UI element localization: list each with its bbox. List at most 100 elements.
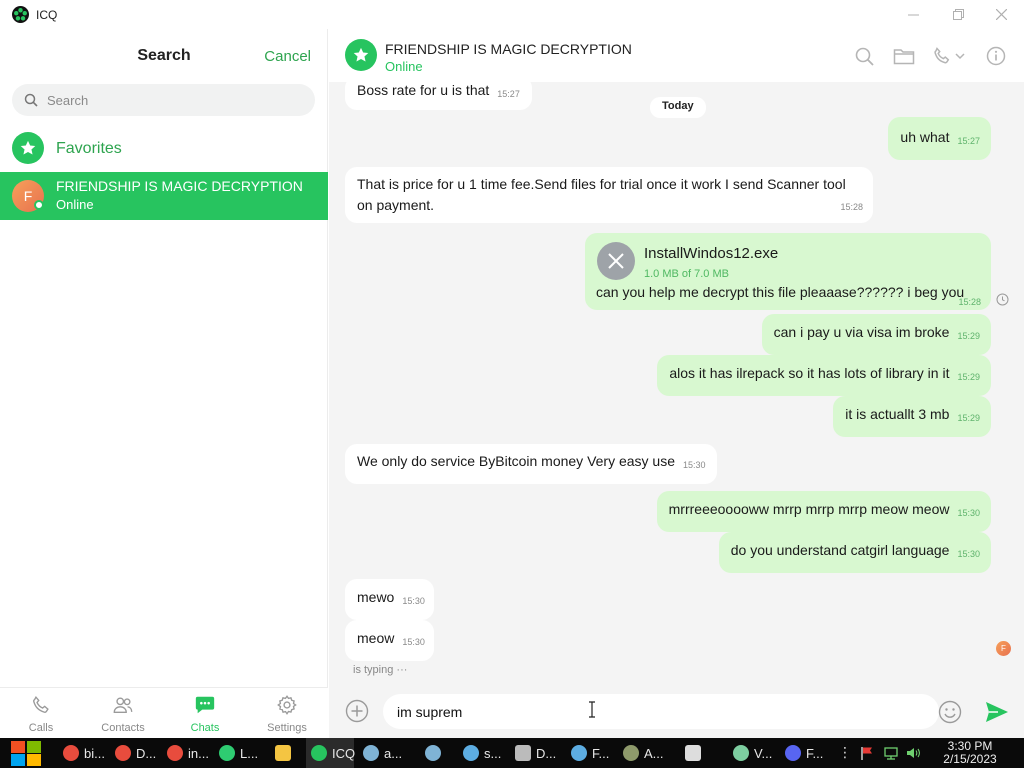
volume-icon[interactable] <box>906 746 920 760</box>
message-time: 15:30 <box>402 596 425 606</box>
chat-item-status: Online <box>56 197 94 212</box>
app-icon <box>311 745 327 761</box>
taskbar-app-button[interactable]: s... <box>458 738 506 768</box>
taskbar-app-button[interactable]: F... <box>780 738 830 768</box>
message-list[interactable]: Boss rate for u is that 15:27 Today uh wh… <box>329 82 1024 687</box>
taskbar-app-button[interactable]: bi... <box>58 738 108 768</box>
date-separator: Today <box>650 97 706 118</box>
message-time: 15:27 <box>497 89 520 99</box>
taskbar-app-button[interactable]: in... <box>162 738 212 768</box>
message-text: uh what <box>900 129 950 145</box>
message-bubble: can i pay u via visa im broke 15:29 <box>761 314 991 355</box>
message-field[interactable] <box>383 694 939 729</box>
message-text: That is price for u 1 time fee.Send file… <box>357 176 846 213</box>
message-time: 15:28 <box>840 202 863 212</box>
taskbar-app-label: a... <box>384 745 403 761</box>
taskbar-app-label: L... <box>240 745 259 761</box>
message-bubble: mewo 15:30 <box>345 579 434 620</box>
app-icon <box>571 745 587 761</box>
message-text: Boss rate for u is that <box>357 82 490 98</box>
close-icon <box>996 9 1007 20</box>
app-icon <box>115 745 131 761</box>
message-input[interactable] <box>397 702 927 722</box>
message-time: 15:28 <box>958 297 981 307</box>
taskbar-app-button[interactable]: V... <box>728 738 776 768</box>
message-time: 15:29 <box>957 413 980 423</box>
nav-settings[interactable]: Settings <box>246 688 328 739</box>
taskbar-app-button[interactable]: D... <box>110 738 160 768</box>
message-text: meow <box>357 630 395 646</box>
nav-settings-label: Settings <box>267 722 307 734</box>
clock-date: 2/15/2023 <box>943 752 997 766</box>
nav-calls[interactable]: Calls <box>0 688 82 739</box>
app-icon <box>275 745 291 761</box>
message-time: 15:27 <box>957 136 980 146</box>
nav-contacts-label: Contacts <box>101 722 145 734</box>
taskbar-app-button[interactable]: A... <box>618 738 670 768</box>
file-message-bubble[interactable]: InstallWindos12.exe 1.0 MB of 7.0 MB can… <box>585 233 991 310</box>
message-text: can you help me decrypt this file pleaaa… <box>596 284 965 300</box>
app-icon <box>167 745 183 761</box>
folder-icon[interactable] <box>893 46 915 66</box>
taskbar-app-button[interactable] <box>680 738 710 768</box>
chat-list-item[interactable]: F FRIENDSHIP IS MAGIC DECRYPTION Online <box>0 172 328 220</box>
online-indicator <box>34 200 44 210</box>
flag-icon[interactable] <box>860 746 874 760</box>
minimize-button[interactable] <box>891 0 936 29</box>
attach-plus-icon[interactable] <box>345 699 369 723</box>
more-options-icon[interactable]: ⋮ <box>838 744 852 760</box>
network-icon[interactable] <box>884 746 898 760</box>
chat-avatar-star-icon <box>345 39 377 71</box>
phone-icon <box>33 696 49 713</box>
system-clock[interactable]: 3:30 PM 2/15/2023 <box>930 740 1010 766</box>
message-time: 15:29 <box>957 331 980 341</box>
taskbar-app-label: in... <box>188 745 209 761</box>
message-text: We only do service ByBitcoin money Very … <box>357 453 676 469</box>
taskbar-app-label: D... <box>536 745 557 761</box>
taskbar-app-button[interactable]: a... <box>358 738 410 768</box>
file-name[interactable]: InstallWindos12.exe <box>644 243 778 264</box>
call-dropdown-icon[interactable] <box>932 46 968 66</box>
send-icon[interactable] <box>984 700 1010 724</box>
favorites-item[interactable]: Favorites <box>0 129 328 169</box>
read-receipt-avatar: F <box>996 641 1011 656</box>
taskbar: bi... D... in... L... ICQ a... s... D... F... A..… <box>0 738 1024 768</box>
bottom-navigation: Calls Contacts Chats Settings <box>0 687 328 738</box>
cancel-button[interactable]: Cancel <box>264 48 311 65</box>
nav-contacts[interactable]: Contacts <box>82 688 164 739</box>
nav-chats[interactable]: Chats <box>164 688 246 739</box>
maximize-button[interactable] <box>936 0 981 29</box>
taskbar-app-label: A... <box>644 745 664 761</box>
taskbar-app-button[interactable]: L... <box>214 738 264 768</box>
taskbar-app-button[interactable]: F... <box>566 738 614 768</box>
app-icon <box>733 745 749 761</box>
taskbar-app-button[interactable] <box>270 738 300 768</box>
search-icon[interactable] <box>854 46 876 66</box>
search-icon <box>24 93 38 107</box>
favorites-star-icon <box>12 132 44 164</box>
app-icon <box>363 745 379 761</box>
info-icon[interactable] <box>985 46 1007 66</box>
taskbar-app-label: ICQ <box>332 745 356 761</box>
message-bubble: Boss rate for u is that 15:27 <box>345 82 532 110</box>
close-button[interactable] <box>979 0 1024 29</box>
taskbar-app-button[interactable] <box>420 738 450 768</box>
message-time: 15:29 <box>957 372 980 382</box>
message-composer <box>329 687 1024 738</box>
typing-indicator: is typing ··· <box>353 664 408 676</box>
message-bubble: meow 15:30 <box>345 620 434 661</box>
contacts-icon <box>113 697 133 714</box>
title-bar: ICQ <box>0 0 1024 29</box>
search-input[interactable] <box>47 90 297 110</box>
taskbar-app-button[interactable]: D... <box>510 738 560 768</box>
message-text: mewo <box>357 589 395 605</box>
app-icon <box>463 745 479 761</box>
app-icon <box>785 745 801 761</box>
taskbar-app-button[interactable]: ICQ <box>306 738 356 768</box>
app-title: ICQ <box>36 8 58 22</box>
message-time: 15:30 <box>957 549 980 559</box>
search-box[interactable] <box>12 84 315 116</box>
windows-start-icon[interactable] <box>10 740 42 767</box>
file-cancel-button[interactable] <box>597 242 635 280</box>
emoji-icon[interactable] <box>938 700 962 724</box>
